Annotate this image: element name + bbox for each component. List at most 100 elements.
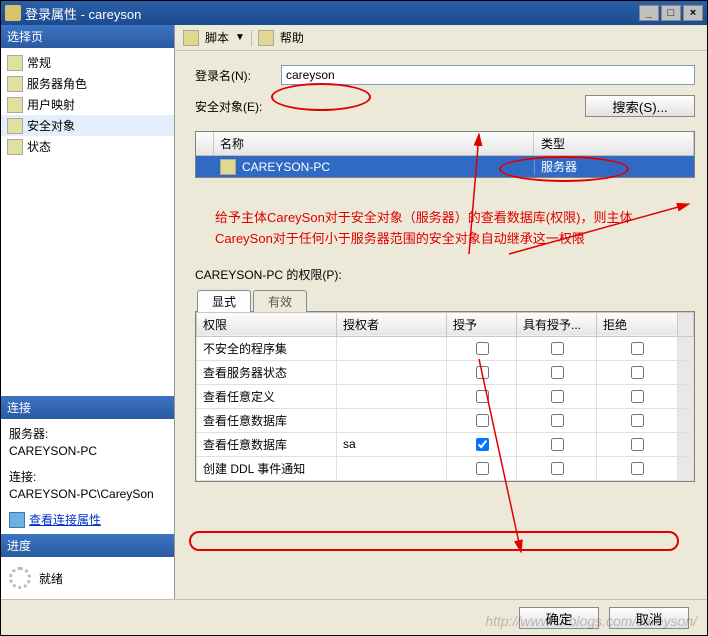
col-permission[interactable]: 权限 [197, 312, 337, 336]
page-securables[interactable]: 安全对象 [1, 115, 174, 136]
permission-row[interactable]: 查看任意数据库 [197, 408, 694, 432]
connection-header: 连接 [1, 396, 174, 419]
securable-label: 安全对象(E): [195, 98, 281, 115]
progress-status: 就绪 [39, 570, 63, 587]
page-list: 常规 服务器角色 用户映射 安全对象 状态 [1, 48, 174, 165]
page-general[interactable]: 常规 [1, 52, 174, 73]
perm-grantor [337, 336, 447, 360]
permission-row[interactable]: 查看任意定义 [197, 384, 694, 408]
left-panel: 选择页 常规 服务器角色 用户映射 安全对象 状态 连接 服务器: CAREYS… [1, 25, 175, 599]
dropdown-icon[interactable]: ▼ [235, 32, 245, 43]
scrollbar[interactable] [678, 312, 694, 336]
securables-grid[interactable]: 名称 类型 CAREYSON-PC 服务器 [195, 131, 695, 178]
perm-name: 查看任意数据库 [197, 408, 337, 432]
window-title: 登录属性 - careyson [25, 4, 141, 23]
col-deny[interactable]: 拒绝 [597, 312, 678, 336]
toolbar: 脚本 ▼ 帮助 [175, 25, 707, 51]
maximize-button[interactable]: □ [661, 5, 681, 21]
perm-grant-cb[interactable] [447, 408, 517, 432]
separator [251, 30, 252, 46]
perm-grant-cb[interactable] [447, 384, 517, 408]
permission-row[interactable]: 创建 DDL 事件通知 [197, 456, 694, 480]
connection-info: 服务器: CAREYSON-PC 连接: CAREYSON-PC\CareySo… [1, 419, 174, 534]
page-icon [7, 118, 23, 134]
perm-withgrant-cb[interactable] [517, 456, 597, 480]
perm-grant-cb[interactable] [447, 360, 517, 384]
minimize-button[interactable]: _ [639, 5, 659, 21]
permission-row[interactable]: 查看服务器状态 [197, 360, 694, 384]
page-icon [7, 55, 23, 71]
help-icon [258, 30, 274, 46]
tab-explicit[interactable]: 显式 [197, 290, 251, 312]
perm-name: 查看任意数据库 [197, 432, 337, 456]
perm-grantor [337, 384, 447, 408]
page-server-roles[interactable]: 服务器角色 [1, 73, 174, 94]
perm-deny-cb[interactable] [597, 408, 678, 432]
perm-name: 查看任意定义 [197, 384, 337, 408]
permission-row[interactable]: 不安全的程序集 [197, 336, 694, 360]
page-status[interactable]: 状态 [1, 136, 174, 157]
col-grant[interactable]: 授予 [447, 312, 517, 336]
perm-grant-cb[interactable] [447, 432, 517, 456]
search-button[interactable]: 搜索(S)... [585, 95, 695, 117]
permissions-label: CAREYSON-PC 的权限(P): [195, 266, 695, 283]
perm-deny-cb[interactable] [597, 336, 678, 360]
close-button[interactable]: × [683, 5, 703, 21]
bottom-bar: 确定 取消 [1, 599, 707, 635]
perm-name: 不安全的程序集 [197, 336, 337, 360]
right-panel: 脚本 ▼ 帮助 登录名(N): careyson 安全对象(E): 搜索(S).… [175, 25, 707, 599]
progress-block: 就绪 [1, 557, 174, 599]
annotation-text: 给予主体CareySon对于安全对象（服务器）的查看数据库(权限)，则主体Car… [175, 178, 707, 266]
login-name-label: 登录名(N): [195, 67, 281, 84]
perm-name: 创建 DDL 事件通知 [197, 456, 337, 480]
perm-grantor [337, 360, 447, 384]
col-grantor[interactable]: 授权者 [337, 312, 447, 336]
ok-button[interactable]: 确定 [519, 607, 599, 629]
perm-withgrant-cb[interactable] [517, 336, 597, 360]
page-icon [7, 76, 23, 92]
perm-grantor: sa [337, 432, 447, 456]
col-withgrant[interactable]: 具有授予... [517, 312, 597, 336]
cancel-button[interactable]: 取消 [609, 607, 689, 629]
perm-withgrant-cb[interactable] [517, 360, 597, 384]
col-name[interactable]: 名称 [214, 132, 534, 155]
perm-withgrant-cb[interactable] [517, 384, 597, 408]
app-icon [5, 5, 21, 21]
conn-label: 连接: [9, 468, 166, 485]
perm-deny-cb[interactable] [597, 360, 678, 384]
perm-deny-cb[interactable] [597, 432, 678, 456]
connection-icon [9, 512, 25, 528]
script-button[interactable]: 脚本 [205, 29, 229, 46]
perm-deny-cb[interactable] [597, 456, 678, 480]
permission-row[interactable]: 查看任意数据库sa [197, 432, 694, 456]
tab-effective[interactable]: 有效 [253, 290, 307, 312]
perm-tabs: 显式 有效 [195, 289, 695, 311]
securable-type: 服务器 [534, 158, 694, 175]
securable-name: CAREYSON-PC [242, 160, 534, 174]
page-user-mapping[interactable]: 用户映射 [1, 94, 174, 115]
page-icon [7, 97, 23, 113]
server-value: CAREYSON-PC [9, 444, 166, 458]
help-button[interactable]: 帮助 [280, 29, 304, 46]
perm-name: 查看服务器状态 [197, 360, 337, 384]
perm-grant-cb[interactable] [447, 456, 517, 480]
server-icon [220, 159, 236, 175]
page-icon [7, 139, 23, 155]
perm-grant-cb[interactable] [447, 336, 517, 360]
login-name-input[interactable]: careyson [281, 65, 695, 85]
titlebar: 登录属性 - careyson _ □ × [1, 1, 707, 25]
select-page-header: 选择页 [1, 25, 174, 48]
server-label: 服务器: [9, 425, 166, 442]
perm-grantor [337, 408, 447, 432]
progress-header: 进度 [1, 534, 174, 557]
permissions-grid[interactable]: 权限 授权者 授予 具有授予... 拒绝 不安全的程序集查看服务器状态查看任意定… [195, 311, 695, 482]
annotation-round-row [189, 531, 679, 551]
perm-withgrant-cb[interactable] [517, 432, 597, 456]
securable-row[interactable]: CAREYSON-PC 服务器 [196, 156, 694, 177]
view-connection-link[interactable]: 查看连接属性 [9, 511, 166, 528]
col-type[interactable]: 类型 [534, 132, 694, 155]
spinner-icon [9, 567, 31, 589]
perm-deny-cb[interactable] [597, 384, 678, 408]
perm-withgrant-cb[interactable] [517, 408, 597, 432]
script-icon [183, 30, 199, 46]
